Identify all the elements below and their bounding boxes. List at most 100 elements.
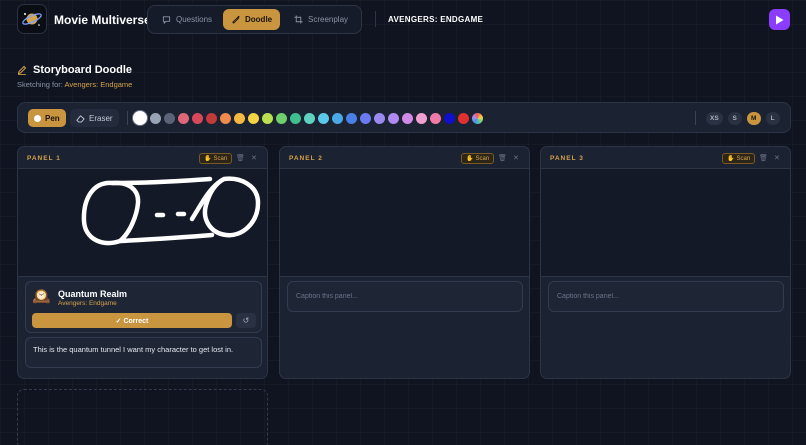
toolbar-divider [127,111,128,125]
color-swatch[interactable] [346,112,357,124]
size-option-l[interactable]: L [765,112,780,125]
tab-doodle-label: Doodle [245,15,273,24]
current-movie-title: AVENGERS: ENDGAME [388,15,484,24]
tab-screenplay-label: Screenplay [308,15,349,24]
app-title: Movie Multiverse [54,13,151,27]
caption-input[interactable] [548,281,784,312]
color-swatch[interactable] [318,112,329,124]
hand-icon: ✋ [727,156,735,162]
drawing-canvas[interactable] [18,169,267,277]
panel-label: PANEL 1 [27,155,61,162]
correct-button[interactable]: ✓ Correct [32,313,232,328]
color-swatch[interactable] [192,112,203,124]
brush-size-selector: XS S M L [706,112,780,125]
result-movie: Avengers: Endgame [58,300,117,307]
color-swatch[interactable] [304,112,315,124]
eraser-label: Eraser [89,113,113,123]
panel-label: PANEL 2 [289,155,323,162]
tab-questions[interactable]: Questions [154,9,220,30]
close-icon[interactable]: ✕ [774,154,780,162]
panel-caption[interactable]: This is the quantum tunnel I want my cha… [25,337,262,368]
color-swatch[interactable] [164,112,175,124]
panel-header: PANEL 2 ✋ Scan 🗑 ✕ [280,147,529,169]
pen-label: Pen [45,113,60,123]
sketching-for: Sketching for: Avengers: Endgame [17,80,132,89]
play-icon [776,15,784,24]
scan-button[interactable]: ✋ Scan [722,153,756,164]
color-swatch[interactable] [276,112,287,124]
storyboard-panel-3: PANEL 3 ✋ Scan 🗑 ✕ [540,146,791,379]
storyboard-panel-2: PANEL 2 ✋ Scan 🗑 ✕ [279,146,530,379]
app-logo[interactable] [17,4,47,34]
tab-questions-label: Questions [176,15,213,24]
panel-label: PANEL 3 [550,155,584,162]
scan-result-card: 🕰️ Quantum Realm Avengers: Endgame ✓ Cor… [25,281,262,333]
pen-button[interactable]: Pen [28,109,66,127]
color-swatch[interactable] [290,112,301,124]
top-bar: Movie Multiverse Questions Doodle Screen… [0,0,806,40]
color-swatch[interactable] [262,112,273,124]
close-icon[interactable]: ✕ [513,154,519,162]
add-panel-slot[interactable] [17,389,268,445]
hand-icon: ✋ [204,156,212,162]
section-title: Storyboard Doodle [33,64,133,76]
color-swatch[interactable] [416,112,427,124]
trash-icon[interactable]: 🗑 [759,154,768,162]
size-option-xs[interactable]: XS [706,112,723,125]
sketching-prefix: Sketching for: [17,80,65,89]
close-icon[interactable]: ✕ [251,154,257,162]
caption-input[interactable] [287,281,523,312]
color-swatch[interactable] [374,112,385,124]
eraser-button[interactable]: Eraser [70,109,119,127]
header-divider [375,11,376,27]
color-swatch[interactable] [444,112,455,124]
result-name: Quantum Realm [58,289,128,299]
mode-switcher: Questions Doodle Screenplay [147,5,362,34]
color-swatch[interactable] [402,112,413,124]
color-swatch[interactable] [150,112,161,124]
scan-label: Scan [736,155,751,162]
sketching-movie: Avengers: Endgame [64,80,133,89]
trash-icon[interactable]: 🗑 [498,154,507,162]
undo-button[interactable]: ↺ [236,313,256,328]
color-swatch[interactable] [332,112,343,124]
play-button[interactable] [769,9,790,30]
color-swatch[interactable] [472,112,483,124]
drawing-canvas[interactable] [280,169,529,277]
color-swatch[interactable] [206,112,217,124]
color-swatch[interactable] [248,112,259,124]
color-swatch[interactable] [388,112,399,124]
undo-icon: ↺ [242,316,250,325]
color-swatch[interactable] [430,112,441,124]
trash-icon[interactable]: 🗑 [236,154,245,162]
section-header: Storyboard Doodle [17,64,132,76]
scan-button[interactable]: ✋ Scan [199,153,233,164]
tab-doodle[interactable]: Doodle [223,9,281,30]
pen-dot-icon [34,114,41,122]
color-swatch[interactable] [360,112,371,124]
hand-icon: ✋ [466,156,474,162]
color-swatch[interactable] [178,112,189,124]
size-option-m[interactable]: M [746,112,761,125]
drawing-canvas[interactable] [541,169,790,277]
orbit-planet-icon [22,13,42,26]
drawing-toolbar: Pen Eraser XS S M L [17,102,791,133]
storyboard-panel-1: PANEL 1 ✋ Scan 🗑 ✕ 🕰️ Quantum Realm Aven… [17,146,268,379]
eraser-icon [76,114,85,123]
color-palette [133,111,483,125]
toolbar-divider [695,111,696,125]
scan-button[interactable]: ✋ Scan [461,153,495,164]
doodle-drawing [81,176,261,246]
scan-label: Scan [475,155,490,162]
size-option-s[interactable]: S [727,112,742,125]
color-swatch[interactable] [133,111,147,125]
tab-screenplay[interactable]: Screenplay [286,9,356,30]
chat-icon [162,16,171,24]
scan-label: Scan [213,155,228,162]
panel-header: PANEL 3 ✋ Scan 🗑 ✕ [541,147,790,169]
brush-icon [232,15,240,24]
panel-header: PANEL 1 ✋ Scan 🗑 ✕ [18,147,267,169]
color-swatch[interactable] [220,112,231,124]
color-swatch[interactable] [234,112,245,124]
color-swatch[interactable] [458,112,469,124]
